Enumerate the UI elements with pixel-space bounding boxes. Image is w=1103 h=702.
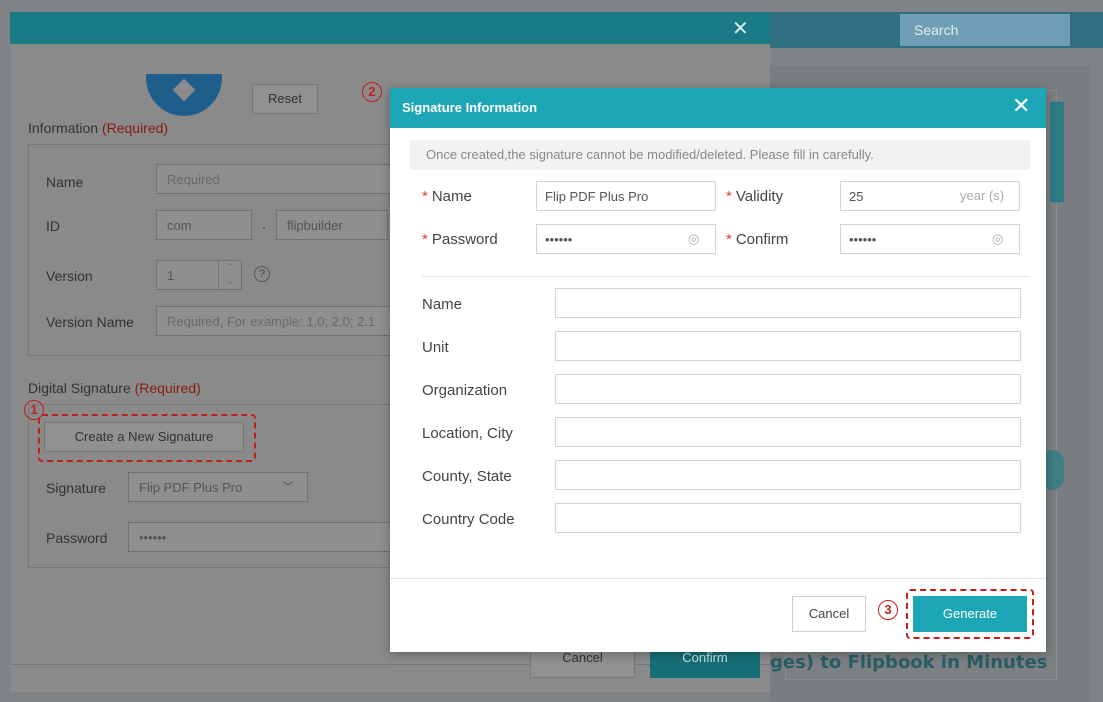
bg-decoration	[1050, 102, 1064, 202]
version-name-label: Version Name	[46, 314, 134, 330]
step-marker-3: 3	[878, 600, 898, 620]
eye-icon[interactable]: ◎	[992, 231, 1003, 247]
create-signature-button[interactable]: Create a New Signature	[44, 422, 244, 452]
eye-icon[interactable]: ◎	[688, 231, 699, 247]
reset-button[interactable]: Reset	[252, 84, 318, 114]
detail-unit-input[interactable]	[555, 331, 1021, 361]
validity-unit: year (s)	[960, 188, 1005, 203]
version-spin-buttons[interactable]: ⌃ ⌄	[218, 260, 242, 290]
id-prefix-input[interactable]: com	[156, 210, 252, 240]
cancel-button[interactable]: Cancel	[792, 596, 866, 632]
password-label: Password	[46, 530, 108, 546]
sig-name-label: * Name	[422, 188, 472, 205]
step-marker-2: 2	[362, 82, 382, 102]
required-star: *	[422, 231, 428, 248]
signature-select-value: Flip PDF Plus Pro	[139, 480, 243, 495]
detail-organization-label: Organization	[422, 382, 508, 399]
detail-organization-input[interactable]	[555, 374, 1021, 404]
close-icon[interactable]: ✕	[732, 16, 749, 41]
detail-name-input[interactable]	[555, 288, 1021, 318]
sig-name-input[interactable]: Flip PDF Plus Pro	[536, 181, 716, 211]
search-input[interactable]: Search	[900, 14, 1070, 46]
signature-information-dialog: Signature Information ✕ Once created,the…	[390, 88, 1046, 652]
detail-location-input[interactable]	[555, 417, 1021, 447]
validity-label: * Validity	[726, 188, 783, 205]
section-title-text: Information	[28, 120, 102, 136]
id-label: ID	[46, 218, 60, 234]
dialog-title: Signature Information	[402, 100, 538, 115]
information-section-title: Information (Required)	[28, 120, 168, 136]
name-label: Name	[46, 174, 84, 190]
footer-divider	[390, 578, 1046, 579]
detail-country-code-label: Country Code	[422, 511, 515, 528]
label-text: Confirm	[735, 231, 789, 248]
dialog-titlebar: ✕	[10, 12, 770, 44]
required-star: *	[422, 188, 428, 205]
validity-value: 25	[849, 189, 864, 204]
chevron-down-icon[interactable]: ⌄	[219, 274, 242, 288]
section-title-text: Digital Signature	[28, 380, 135, 396]
generate-button[interactable]: Generate	[913, 596, 1027, 632]
chevron-up-icon[interactable]: ⌃	[219, 260, 242, 274]
signature-select[interactable]: Flip PDF Plus Pro	[128, 472, 308, 502]
confirm-password-label: * Confirm	[726, 231, 788, 248]
version-value: 1	[167, 268, 175, 283]
help-icon[interactable]: ?	[254, 266, 270, 282]
version-label: Version	[46, 268, 93, 284]
sig-password-label: * Password	[422, 231, 498, 248]
chevron-down-icon[interactable]: ﹀	[282, 478, 294, 495]
id-suffix-input[interactable]: flipbuilder	[276, 210, 388, 240]
required-star: *	[726, 231, 732, 248]
label-text: Password	[431, 231, 498, 248]
detail-location-label: Location, City	[422, 425, 513, 442]
dialog-header: Signature Information ✕	[390, 88, 1046, 128]
required-tag: (Required)	[134, 380, 201, 396]
detail-county-label: County, State	[422, 468, 512, 485]
detail-name-label: Name	[422, 296, 463, 313]
digital-signature-section-title: Digital Signature (Required)	[28, 380, 201, 396]
detail-unit-label: Unit	[422, 339, 449, 356]
section-divider	[422, 276, 1030, 277]
close-icon[interactable]: ✕	[1012, 95, 1030, 117]
warning-notice: Once created,the signature cannot be mod…	[410, 140, 1030, 170]
version-name-input[interactable]: Required, For example: 1.0; 2.0; 2.1	[156, 306, 396, 336]
password-input[interactable]: ••••••	[128, 522, 396, 552]
app-icon-preview	[146, 74, 222, 116]
label-text: Name	[431, 188, 472, 205]
name-input[interactable]: Required	[156, 164, 406, 194]
id-separator: .	[262, 216, 266, 232]
label-text: Validity	[735, 188, 784, 205]
signature-label: Signature	[46, 480, 106, 496]
detail-county-input[interactable]	[555, 460, 1021, 490]
bg-banner-text: ges) to Flipbook in Minutes	[770, 652, 1048, 673]
required-tag: (Required)	[101, 120, 169, 136]
required-star: *	[726, 188, 732, 205]
detail-country-code-input[interactable]	[555, 503, 1021, 533]
